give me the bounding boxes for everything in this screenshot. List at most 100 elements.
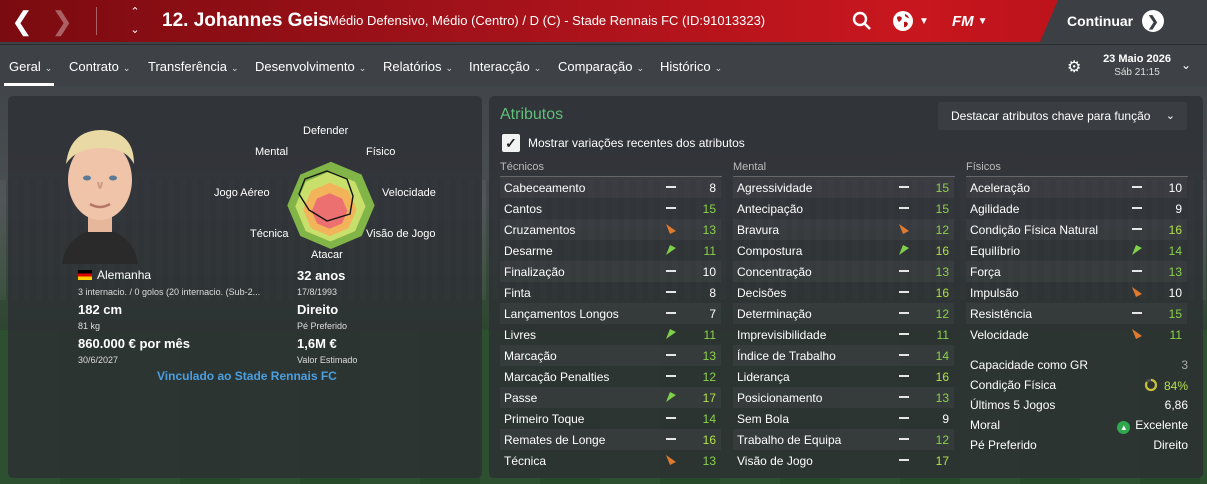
no-change-icon (666, 417, 676, 419)
tab-transferencia[interactable]: Transferência ⌄ (148, 59, 239, 74)
attribute-name: Finalização (504, 265, 565, 279)
attribute-row[interactable]: Cantos 15 (500, 198, 721, 219)
divider (96, 7, 97, 35)
contract-end: 30/6/2027 (78, 355, 119, 365)
attribute-name: Condição Física Natural (970, 223, 1099, 237)
attribute-name: Desarme (504, 244, 553, 258)
attribute-row[interactable]: Finta 8 (500, 282, 721, 303)
attribute-row[interactable]: Condição Física Natural 16 (966, 219, 1187, 240)
no-change-icon (666, 207, 676, 209)
no-change-icon (1132, 228, 1142, 230)
chevron-up-icon[interactable]: ⌃ (128, 5, 142, 19)
search-button[interactable] (852, 9, 872, 33)
attribute-name: Sem Bola (737, 412, 790, 426)
attribute-name: Imprevisibilidade (737, 328, 827, 342)
attribute-row[interactable]: Antecipação 15 (733, 198, 954, 219)
attribute-name: Liderança (737, 370, 790, 384)
tab-comparacao[interactable]: Comparação ⌄ (558, 59, 644, 74)
date-text: 23 Maio 2026 (1103, 53, 1171, 65)
continue-button[interactable]: Continuar ❯ (1040, 0, 1207, 42)
preferred-foot-label: Pé Preferido (297, 321, 348, 331)
chevron-right-icon: ❯ (1142, 10, 1164, 32)
fm-menu-button[interactable]: FM ▼ (952, 9, 988, 33)
attribute-name: Velocidade (970, 328, 1029, 342)
birth-date: 17/8/1993 (297, 287, 338, 297)
attribute-name: Cruzamentos (504, 223, 576, 237)
attribute-row[interactable]: Concentração 13 (733, 261, 954, 282)
attribute-row[interactable]: Passe 17 (500, 387, 721, 408)
attribute-row[interactable]: Cruzamentos 13 (500, 219, 721, 240)
attribute-row[interactable]: Compostura 16 (733, 240, 954, 261)
back-button[interactable]: ❮ (0, 0, 44, 42)
nationality[interactable]: Alemanha (78, 268, 151, 282)
player-face-image (62, 130, 138, 264)
fm-logo: FM (952, 12, 974, 30)
tab-geral[interactable]: Geral ⌄ (9, 59, 52, 74)
stat-row: Últimos 5 Jogos 6,86 (970, 395, 1188, 415)
tab-interaccao[interactable]: Interacção ⌄ (469, 59, 541, 74)
tab-historico[interactable]: Histórico ⌄ (660, 59, 722, 74)
attribute-row[interactable]: Visão de Jogo 17 (733, 450, 954, 471)
attribute-row[interactable]: Aceleração 10 (966, 177, 1187, 198)
world-button[interactable]: ▼ (892, 9, 929, 33)
attribute-row[interactable]: Desarme 11 (500, 240, 721, 261)
tab-relatorios[interactable]: Relatórios ⌄ (383, 59, 453, 74)
date-dropdown[interactable]: ⌄ (1181, 58, 1191, 72)
attribute-row[interactable]: Equilíbrio 14 (966, 240, 1187, 261)
attribute-row[interactable]: Índice de Trabalho 14 (733, 345, 954, 366)
tab-label: Histórico (660, 59, 711, 74)
player-switch-arrows[interactable]: ⌃ ⌄ (128, 5, 142, 37)
radar-label-jogo-aereo: Jogo Aéreo (214, 187, 270, 199)
attribute-row[interactable]: Sem Bola 9 (733, 408, 954, 429)
attribute-name: Técnica (504, 454, 547, 468)
attribute-row[interactable]: Remates de Longe 16 (500, 429, 721, 450)
attribute-name: Bravura (737, 223, 780, 237)
column-header-fisicos: Físicos (966, 161, 1001, 173)
attribute-row[interactable]: Técnica 13 (500, 450, 721, 471)
chevron-down-icon[interactable]: ⌄ (128, 23, 142, 37)
attribute-value: 12 (935, 433, 949, 447)
attribute-row[interactable]: Lançamentos Longos 7 (500, 303, 721, 324)
attribute-value: 10 (1168, 286, 1182, 300)
club-link[interactable]: Vinculado ao Stade Rennais FC (157, 369, 337, 383)
tab-desenvolvimento[interactable]: Desenvolvimento ⌄ (255, 59, 366, 74)
attribute-row[interactable]: Marcação 13 (500, 345, 721, 366)
attribute-value: 13 (935, 265, 949, 279)
attribute-row[interactable]: Velocidade 11 (966, 324, 1187, 345)
attribute-row[interactable]: Finalização 10 (500, 261, 721, 282)
tab-contrato[interactable]: Contrato ⌄ (69, 59, 130, 74)
forward-button[interactable]: ❯ (40, 0, 84, 42)
radar-label-visao: Visão de Jogo (366, 228, 436, 240)
radar-label-tecnica: Técnica (250, 228, 289, 240)
attribute-name: Agressividade (737, 181, 813, 195)
show-changes-checkbox[interactable]: ✓ (502, 134, 520, 152)
attribute-name: Cantos (504, 202, 543, 216)
attribute-row[interactable]: Agilidade 9 (966, 198, 1187, 219)
attribute-row[interactable]: Imprevisibilidade 11 (733, 324, 954, 345)
stat-row: Moral ▲ Excelente (970, 415, 1188, 435)
attribute-row[interactable]: Trabalho de Equipa 12 (733, 429, 954, 450)
attribute-row[interactable]: Decisões 16 (733, 282, 954, 303)
attribute-row[interactable]: Determinação 12 (733, 303, 954, 324)
attribute-row[interactable]: Liderança 16 (733, 366, 954, 387)
attribute-row[interactable]: Agressividade 15 (733, 177, 954, 198)
no-change-icon (899, 438, 909, 440)
attribute-row[interactable]: Primeiro Toque 14 (500, 408, 721, 429)
attribute-row[interactable]: Marcação Penalties 12 (500, 366, 721, 387)
attribute-row[interactable]: Posicionamento 13 (733, 387, 954, 408)
attribute-row[interactable]: Bravura 12 (733, 219, 954, 240)
chevron-left-icon: ❮ (11, 5, 33, 36)
attribute-row[interactable]: Resistência 15 (966, 303, 1187, 324)
highlight-role-dropdown[interactable]: Destacar atributos chave para função ⌄ (938, 102, 1187, 130)
attribute-name: Resistência (970, 307, 1033, 321)
attribute-row[interactable]: Força 13 (966, 261, 1187, 282)
attribute-row[interactable]: Cabeceamento 8 (500, 177, 721, 198)
attribute-value: 15 (935, 202, 949, 216)
morale-value: Excelente (1135, 418, 1188, 432)
attribute-row[interactable]: Livres 11 (500, 324, 721, 345)
arrow-down-icon (666, 455, 676, 465)
attribute-value: 16 (702, 433, 716, 447)
attribute-row[interactable]: Impulsão 10 (966, 282, 1187, 303)
fitness-value: 84% (1163, 379, 1188, 393)
settings-button[interactable]: ⚙ (1067, 57, 1081, 77)
